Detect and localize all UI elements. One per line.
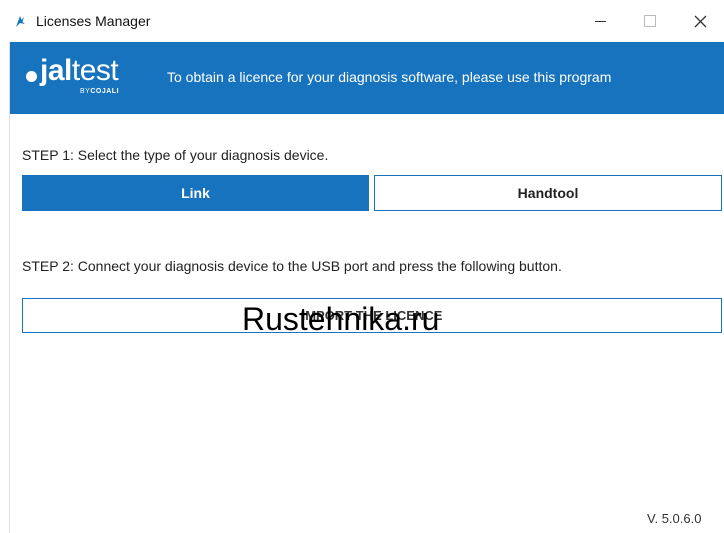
step2-label: STEP 2: Connect your diagnosis device to… [22, 258, 562, 274]
maximize-button[interactable] [630, 6, 670, 36]
step1-label: STEP 1: Select the type of your diagnosi… [22, 147, 329, 163]
device-link-button[interactable]: Link [22, 175, 369, 211]
import-licence-button[interactable]: IMPORT THE LICENCE [22, 298, 722, 333]
title-bar: Licenses Manager [0, 0, 724, 42]
header-banner: jaltest BYCOJALI To obtain a licence for… [10, 42, 724, 114]
banner-message: To obtain a licence for your diagnosis s… [167, 69, 612, 85]
version-label: V. 5.0.6.0 [647, 511, 702, 526]
close-button[interactable] [680, 6, 720, 36]
logo-suffix: test [71, 54, 119, 87]
logo-prefix: jal [40, 54, 72, 87]
logo-sub-by: BY [80, 88, 91, 95]
jaltest-logo: jaltest BYCOJALI [24, 54, 146, 104]
logo-dot [26, 71, 37, 82]
app-icon [16, 16, 25, 27]
device-handtool-button[interactable]: Handtool [374, 175, 722, 211]
logo-sub-brand: COJALI [90, 88, 120, 95]
close-icon [694, 15, 706, 27]
logo-subtitle: BYCOJALI [80, 88, 119, 95]
window-title: Licenses Manager [36, 13, 151, 29]
minimize-button[interactable] [580, 6, 620, 36]
window-border [9, 42, 10, 533]
logo-wordmark: jaltest [40, 54, 119, 88]
minimize-icon [594, 20, 606, 22]
maximize-icon [644, 15, 656, 27]
